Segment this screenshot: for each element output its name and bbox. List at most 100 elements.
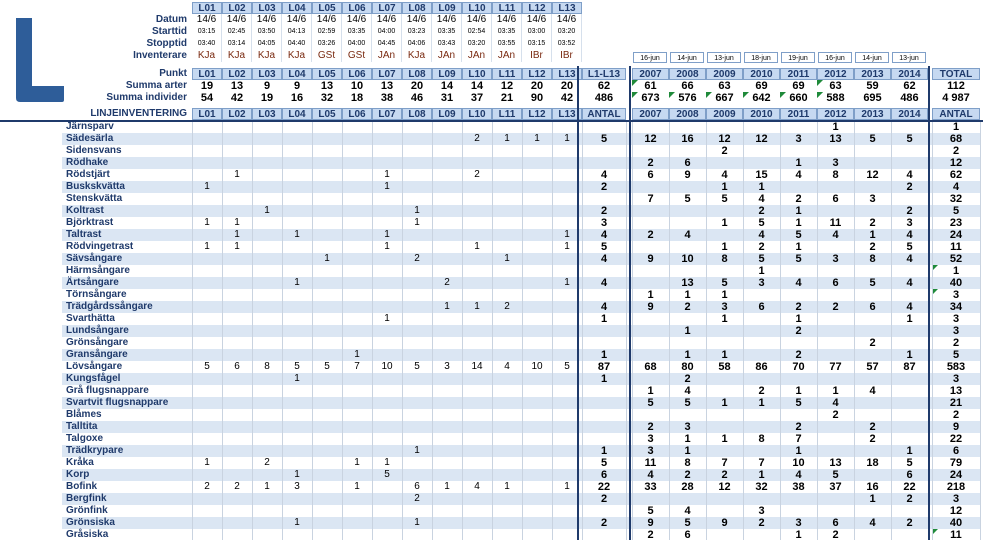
- year-count-cell[interactable]: 3: [632, 445, 669, 457]
- point-count-cell[interactable]: [282, 301, 312, 313]
- year-count-cell[interactable]: 2: [891, 517, 928, 529]
- point-count-cell[interactable]: 2: [462, 169, 492, 181]
- punkt-header[interactable]: L12: [522, 68, 552, 80]
- year-count-cell[interactable]: 3: [669, 421, 706, 433]
- point-count-cell[interactable]: 1: [282, 277, 312, 289]
- point-count-cell[interactable]: [522, 193, 552, 205]
- year-header-linje[interactable]: 2014: [891, 108, 928, 120]
- point-count-cell[interactable]: 1: [462, 301, 492, 313]
- year-count-cell[interactable]: [780, 289, 817, 301]
- point-count-cell[interactable]: [432, 445, 462, 457]
- linje-header[interactable]: L06: [342, 108, 372, 120]
- row-total-cell[interactable]: 22: [932, 433, 980, 445]
- year-count-cell[interactable]: [743, 325, 780, 337]
- point-count-cell[interactable]: [372, 133, 402, 145]
- point-count-cell[interactable]: 5: [312, 361, 342, 373]
- row-sum-cell[interactable]: 2: [582, 517, 626, 529]
- year-count-cell[interactable]: 6: [891, 469, 928, 481]
- year-count-cell[interactable]: [854, 529, 891, 541]
- point-count-cell[interactable]: [432, 205, 462, 217]
- point-count-cell[interactable]: [312, 289, 342, 301]
- species-name[interactable]: Törnsångare: [66, 289, 127, 301]
- point-count-cell[interactable]: [282, 385, 312, 397]
- year-count-cell[interactable]: 2: [780, 349, 817, 361]
- point-count-cell[interactable]: [522, 181, 552, 193]
- species-name[interactable]: Härmsångare: [66, 265, 130, 277]
- row-sum-cell[interactable]: 6: [582, 469, 626, 481]
- year-count-cell[interactable]: 1: [669, 349, 706, 361]
- year-count-cell[interactable]: [743, 529, 780, 541]
- year-count-cell[interactable]: 32: [743, 481, 780, 493]
- summa-individer-cell[interactable]: 90: [522, 92, 552, 104]
- inventerare-cell[interactable]: IBr: [552, 50, 582, 62]
- point-count-cell[interactable]: [432, 217, 462, 229]
- year-count-cell[interactable]: 1: [854, 493, 891, 505]
- year-count-cell[interactable]: 7: [706, 457, 743, 469]
- point-count-cell[interactable]: [312, 313, 342, 325]
- row-total-cell[interactable]: 6: [932, 445, 980, 457]
- year-count-cell[interactable]: 1: [780, 205, 817, 217]
- point-count-cell[interactable]: [492, 445, 522, 457]
- point-count-cell[interactable]: [192, 373, 222, 385]
- year-date-label[interactable]: 14-jun: [855, 52, 889, 63]
- row-sum-cell[interactable]: [582, 385, 626, 397]
- point-count-cell[interactable]: [342, 265, 372, 277]
- year-count-cell[interactable]: 4: [854, 385, 891, 397]
- point-count-cell[interactable]: 3: [282, 481, 312, 493]
- summa-individer-cell[interactable]: 32: [312, 92, 342, 104]
- starttid-cell[interactable]: 03:50: [252, 26, 282, 38]
- point-count-cell[interactable]: [282, 217, 312, 229]
- point-count-cell[interactable]: [192, 469, 222, 481]
- point-count-cell[interactable]: [312, 481, 342, 493]
- datum-cell[interactable]: 14/6: [462, 14, 492, 26]
- point-count-cell[interactable]: [192, 301, 222, 313]
- point-count-cell[interactable]: [372, 205, 402, 217]
- species-name[interactable]: Björktrast: [66, 217, 113, 229]
- year-count-cell[interactable]: 1: [891, 313, 928, 325]
- point-count-cell[interactable]: [522, 145, 552, 157]
- point-count-cell[interactable]: [402, 241, 432, 253]
- year-count-cell[interactable]: [817, 145, 854, 157]
- starttid-cell[interactable]: 02:45: [222, 26, 252, 38]
- species-name[interactable]: Grå flugsnappare: [66, 385, 149, 397]
- linje-header[interactable]: L03: [252, 108, 282, 120]
- year-count-cell[interactable]: 2: [780, 301, 817, 313]
- year-count-cell[interactable]: 3: [780, 517, 817, 529]
- year-count-cell[interactable]: 70: [780, 361, 817, 373]
- point-count-cell[interactable]: [462, 433, 492, 445]
- point-count-cell[interactable]: [462, 253, 492, 265]
- point-count-cell[interactable]: [312, 145, 342, 157]
- row-total-cell[interactable]: 62: [932, 169, 980, 181]
- species-name[interactable]: Buskskvätta: [66, 181, 125, 193]
- year-count-cell[interactable]: [854, 445, 891, 457]
- point-count-cell[interactable]: [252, 133, 282, 145]
- year-count-cell[interactable]: [854, 469, 891, 481]
- row-total-cell[interactable]: 34: [932, 301, 980, 313]
- point-count-cell[interactable]: [462, 349, 492, 361]
- point-count-cell[interactable]: [432, 409, 462, 421]
- point-count-cell[interactable]: [252, 313, 282, 325]
- year-count-cell[interactable]: [891, 409, 928, 421]
- year-count-cell[interactable]: [891, 373, 928, 385]
- point-count-cell[interactable]: [522, 277, 552, 289]
- point-count-cell[interactable]: [372, 349, 402, 361]
- year-count-cell[interactable]: 12: [854, 169, 891, 181]
- row-sum-cell[interactable]: [582, 121, 626, 133]
- year-count-cell[interactable]: [632, 373, 669, 385]
- year-count-cell[interactable]: [891, 157, 928, 169]
- point-header[interactable]: L03: [252, 2, 282, 14]
- antal-header[interactable]: ANTAL: [582, 108, 626, 120]
- year-count-cell[interactable]: [817, 349, 854, 361]
- datum-cell[interactable]: 14/6: [222, 14, 252, 26]
- year-count-cell[interactable]: 2: [817, 301, 854, 313]
- year-count-cell[interactable]: 8: [743, 433, 780, 445]
- point-count-cell[interactable]: [492, 421, 522, 433]
- species-name[interactable]: Rödvingetrast: [66, 241, 133, 253]
- year-count-cell[interactable]: 4: [743, 229, 780, 241]
- year-count-cell[interactable]: [817, 445, 854, 457]
- year-count-cell[interactable]: [891, 145, 928, 157]
- year-count-cell[interactable]: 28: [669, 481, 706, 493]
- year-count-cell[interactable]: 1: [743, 181, 780, 193]
- point-count-cell[interactable]: [342, 157, 372, 169]
- sum-column-header[interactable]: L1-L13: [582, 68, 626, 80]
